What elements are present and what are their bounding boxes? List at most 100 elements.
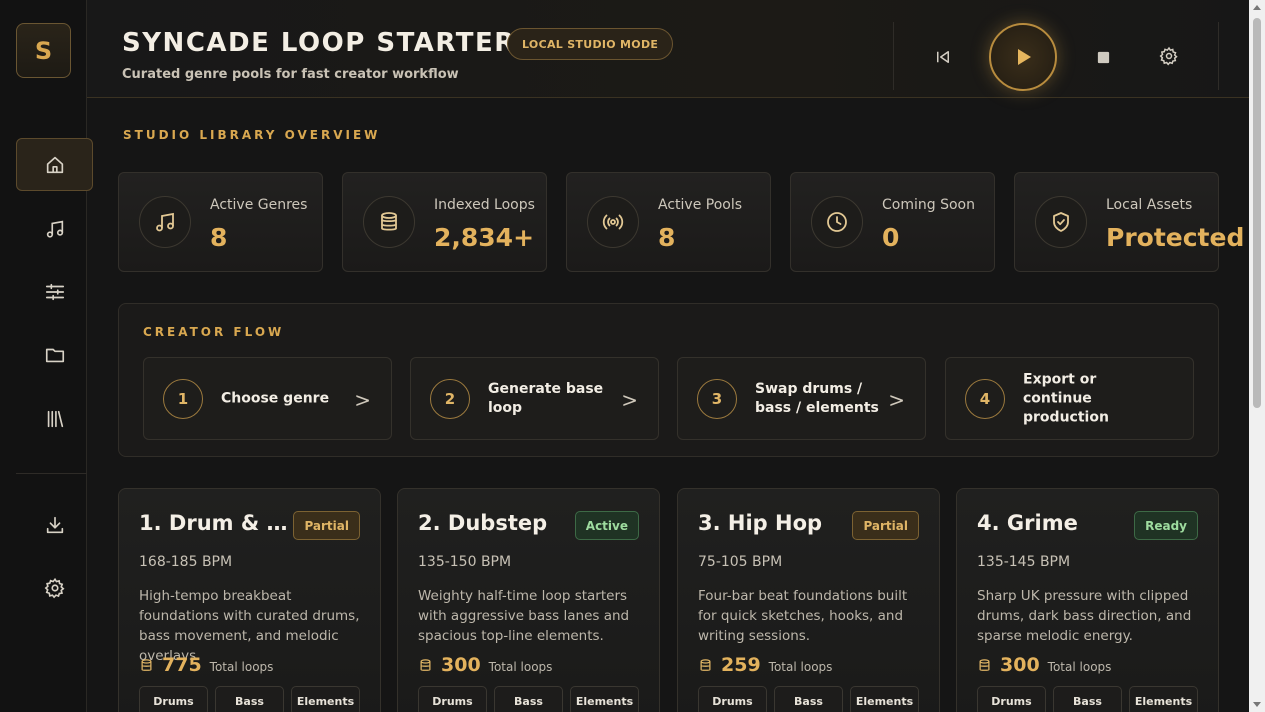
step-label: Generate base loop [488,380,604,416]
library-icon [47,410,63,427]
step-number: 2 [430,379,470,419]
sidebar-item-folder[interactable] [16,328,93,381]
database-icon [381,212,397,231]
loop-count-value: 259 [721,654,761,676]
tag-bass[interactable]: Bass [215,686,284,712]
stat-card-local-assets: Local Assets Protected [1014,172,1244,272]
loop-count: 259 Total loops [698,654,832,676]
loop-count-label: Total loops [1047,660,1112,674]
sidebar-item-mixer[interactable] [16,265,93,318]
stat-value: 0 [882,223,900,252]
database-icon [700,658,711,671]
stat-card-active-genres: Active Genres 8 [118,172,323,272]
stat-value: 8 [658,223,676,252]
scroll-thumb[interactable] [1253,18,1261,408]
gear-icon [1159,46,1178,66]
skip-back-icon [937,51,949,63]
music-note-icon [156,212,174,232]
tag-bass[interactable]: Bass [1053,686,1122,712]
database-icon [420,658,431,671]
tag-bass[interactable]: Bass [774,686,843,712]
genre-description: Four-bar beat foundations built for quic… [698,588,908,644]
genre-bpm: 135-150 BPM [418,554,512,570]
step-label: Export or continue production [1023,371,1109,425]
sidebar-item-music[interactable] [16,202,93,255]
genre-name: 1. Drum & B... [139,511,299,535]
page-scrollbar[interactable] [1249,0,1265,712]
play-icon [1018,49,1031,65]
flow-step-4[interactable]: 4 Export or continue production [945,357,1194,440]
loop-count-value: 300 [1000,654,1040,676]
loop-count: 300 Total loops [977,654,1111,676]
step-label: Swap drums / bass / elements [755,380,879,416]
tag-drums[interactable]: Drums [418,686,487,712]
tag-elements[interactable]: Elements [1129,686,1198,712]
genre-tags: Drums Bass Elements [139,686,360,712]
genre-card-grime[interactable]: 4. Grime Ready 135-145 BPM Sharp UK pres… [956,488,1219,712]
loop-count-value: 775 [162,654,202,676]
loop-count-label: Total loops [768,660,833,674]
stat-value: 2,834+ [434,223,535,252]
status-badge: Active [574,511,639,540]
shield-check-icon [1053,212,1069,232]
chevron-right-icon: > [354,388,371,412]
step-number: 4 [965,379,1005,419]
stop-button[interactable] [1094,48,1112,66]
flow-step-3[interactable]: 3 Swap drums / bass / elements > [677,357,926,440]
download-icon [46,516,63,533]
loop-count: 300 Total loops [418,654,552,676]
step-number: 1 [163,379,203,419]
status-badge: Partial [293,511,360,540]
flow-step-1[interactable]: 1 Choose genre > [143,357,392,440]
stat-value: Protected [1106,223,1245,252]
flow-step-2[interactable]: 2 Generate base loop > [410,357,659,440]
tag-drums[interactable]: Drums [139,686,208,712]
stat-value: 8 [210,223,228,252]
scroll-down-arrow[interactable] [1253,702,1261,707]
sidebar-item-home[interactable] [16,138,93,191]
genre-description: Weighty half-time loop starters with agg… [418,588,630,644]
status-badge: Ready [1134,511,1198,540]
tag-elements[interactable]: Elements [291,686,360,712]
tag-elements[interactable]: Elements [570,686,639,712]
transport-settings-button[interactable] [1158,45,1180,67]
genre-bpm: 135-145 BPM [977,554,1071,570]
tag-drums[interactable]: Drums [698,686,767,712]
loop-count-label: Total loops [488,660,553,674]
sidebar-divider [16,473,87,474]
chevron-right-icon: > [888,388,905,412]
genre-card-dubstep[interactable]: 2. Dubstep Active 135-150 BPM Weighty ha… [397,488,660,712]
genre-bpm: 75-105 BPM [698,554,783,570]
stat-card-coming-soon: Coming Soon 0 [790,172,995,272]
gear-icon [44,577,65,598]
genre-tags: Drums Bass Elements [977,686,1198,712]
clock-icon [827,212,847,232]
genre-name: 3. Hip Hop [698,511,823,535]
stop-icon [1097,51,1109,63]
play-button[interactable] [989,23,1057,91]
creator-flow-panel: CREATOR FLOW 1 Choose genre > 2 Generate… [118,303,1219,457]
scroll-up-arrow[interactable] [1253,5,1261,10]
loop-count-value: 300 [441,654,481,676]
sidebar-item-download[interactable] [16,498,93,551]
database-icon [979,658,990,671]
loop-count-label: Total loops [209,660,274,674]
sidebar-item-library[interactable] [16,392,93,445]
mode-badge: LOCAL STUDIO MODE [507,28,674,60]
genre-card-drum-and-bass[interactable]: 1. Drum & B... Partial 168-185 BPM High-… [118,488,381,712]
home-icon [46,156,63,173]
sidebar-item-settings[interactable] [16,561,93,614]
transport-controls [893,22,1219,91]
broadcast-icon [602,214,624,230]
genre-card-hip-hop[interactable]: 3. Hip Hop Partial 75-105 BPM Four-bar b… [677,488,940,712]
tag-drums[interactable]: Drums [977,686,1046,712]
app-subtitle: Curated genre pools for fast creator wor… [122,67,459,82]
overview-title: STUDIO LIBRARY OVERVIEW [123,128,381,142]
genre-description: Sharp UK pressure with clipped drums, da… [977,588,1192,644]
tag-elements[interactable]: Elements [850,686,919,712]
skip-back-button[interactable] [932,46,954,68]
stat-label: Indexed Loops [434,197,535,213]
app-logo[interactable]: S [16,23,71,78]
music-note-icon [46,220,63,238]
tag-bass[interactable]: Bass [494,686,563,712]
